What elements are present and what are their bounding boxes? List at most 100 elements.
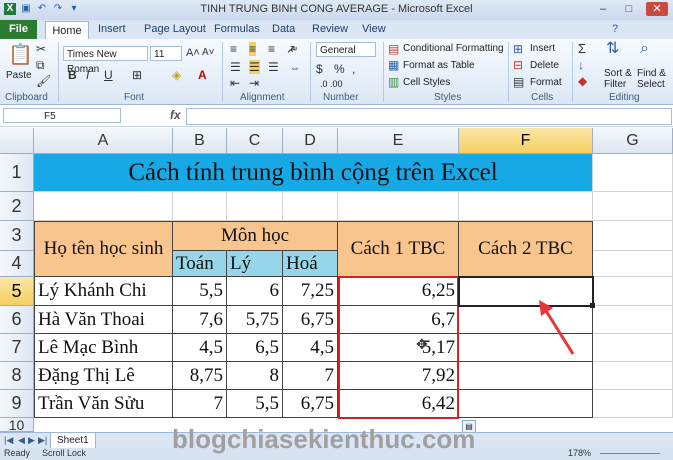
grow-font-icon[interactable]: A˄	[186, 46, 200, 60]
paste-icon[interactable]: 📋	[8, 44, 33, 66]
cell[interactable]	[593, 277, 673, 306]
tab-page-layout[interactable]: Page Layout	[144, 23, 206, 35]
sheet-tab-sheet1[interactable]: Sheet1	[50, 433, 96, 449]
comma-button[interactable]: ,	[352, 62, 355, 76]
score-ly[interactable]: 8	[227, 362, 283, 390]
tab-review[interactable]: Review	[312, 23, 348, 35]
column-header-d[interactable]: D	[283, 128, 338, 154]
student-name[interactable]: Hà Văn Thoai	[34, 306, 173, 334]
row-header-6[interactable]: 6	[0, 306, 34, 334]
tab-file[interactable]: File	[0, 20, 37, 39]
fill-icon[interactable]: ↓	[578, 58, 584, 72]
row-header-9[interactable]: 9	[0, 390, 34, 418]
header-tbc1[interactable]: Cách 1 TBC	[338, 221, 459, 277]
score-ly[interactable]: 6,5	[227, 334, 283, 362]
cell[interactable]	[338, 192, 459, 221]
header-student-name[interactable]: Họ tên học sinh	[34, 221, 173, 277]
cell[interactable]	[34, 192, 173, 221]
fill-handle[interactable]	[590, 303, 595, 308]
student-name[interactable]: Đặng Thị Lê	[34, 362, 173, 390]
find-select-button-line2[interactable]: Select	[637, 79, 665, 90]
row-header-5[interactable]: 5	[0, 277, 34, 306]
increase-indent-icon[interactable]: ⇥	[249, 76, 259, 90]
score-hoa[interactable]: 7	[283, 362, 338, 390]
tab-insert[interactable]: Insert	[98, 23, 126, 35]
cell-styles-icon[interactable]: ▥	[388, 75, 399, 89]
wrap-text-icon[interactable]: ↵	[290, 44, 298, 58]
align-left-icon[interactable]: ☰	[230, 60, 241, 74]
header-ly[interactable]: Lý	[227, 251, 283, 277]
header-hoa[interactable]: Hoá	[283, 251, 338, 277]
row-header-10[interactable]: 10	[0, 417, 34, 433]
cell-styles-button[interactable]: Cell Styles	[403, 77, 450, 88]
cell[interactable]	[227, 192, 283, 221]
delete-cells-button[interactable]: Delete	[530, 60, 559, 71]
borders-icon[interactable]: ⊞	[132, 68, 142, 82]
align-center-icon[interactable]: ☰	[249, 60, 260, 74]
tab-view[interactable]: View	[362, 23, 386, 35]
maximize-button[interactable]: □	[618, 2, 640, 16]
zoom-slider[interactable]	[600, 453, 660, 454]
tbc2-cell[interactable]	[459, 390, 593, 418]
copy-icon[interactable]: ⧉	[36, 58, 45, 72]
column-header-a[interactable]: A	[34, 128, 173, 154]
tbc1-value[interactable]: 7,92	[338, 362, 459, 390]
row-header-2[interactable]: 2	[0, 192, 34, 221]
score-toan[interactable]: 8,75	[173, 362, 227, 390]
percent-button[interactable]: %	[334, 62, 345, 76]
header-toan[interactable]: Toán	[173, 251, 227, 277]
select-all-corner[interactable]	[0, 128, 34, 154]
column-header-f[interactable]: F	[459, 128, 593, 154]
row-header-8[interactable]: 8	[0, 362, 34, 390]
help-icon[interactable]: ?	[612, 23, 618, 35]
format-cells-button[interactable]: Format	[530, 77, 562, 88]
sheet-nav-last-icon[interactable]: ▶|	[38, 435, 47, 446]
sort-filter-button-line2[interactable]: Filter	[604, 79, 626, 90]
score-toan[interactable]: 7	[173, 390, 227, 418]
cell[interactable]	[593, 154, 673, 192]
score-hoa[interactable]: 6,75	[283, 390, 338, 418]
student-name[interactable]: Trần Văn Sửu	[34, 390, 173, 418]
score-ly[interactable]: 5,75	[227, 306, 283, 334]
student-name[interactable]: Lê Mạc Bình	[34, 334, 173, 362]
find-select-icon[interactable]: ⌕	[640, 41, 649, 57]
italic-button[interactable]: I	[86, 68, 89, 82]
cell[interactable]	[283, 192, 338, 221]
formula-input[interactable]	[186, 108, 672, 125]
number-format-select[interactable]: General	[316, 42, 376, 57]
insert-function-icon[interactable]: fx	[170, 108, 181, 122]
row-header-7[interactable]: 7	[0, 334, 34, 362]
align-middle-icon[interactable]: ≡	[249, 42, 257, 56]
sheet-nav-next-icon[interactable]: ▶	[28, 435, 35, 446]
delete-cells-icon[interactable]: ⊟	[513, 58, 523, 72]
cell[interactable]	[593, 362, 673, 390]
fill-color-icon[interactable]: ◈	[172, 68, 181, 82]
score-ly[interactable]: 6	[227, 277, 283, 306]
cell[interactable]	[173, 192, 227, 221]
sheet-nav-first-icon[interactable]: |◀	[4, 435, 13, 446]
header-tbc2[interactable]: Cách 2 TBC	[459, 221, 593, 277]
paste-button[interactable]: Paste	[6, 70, 32, 81]
autosum-button[interactable]: Σ	[578, 42, 586, 56]
tbc2-cell[interactable]	[459, 362, 593, 390]
font-name-select[interactable]: Times New Roman	[63, 46, 148, 75]
score-ly[interactable]: 5,5	[227, 390, 283, 418]
font-color-icon[interactable]: A	[198, 68, 207, 82]
close-button[interactable]: ✕	[646, 2, 668, 16]
tbc1-value[interactable]: 5,17	[338, 334, 459, 362]
decimal-buttons[interactable]: .0 .00	[320, 79, 343, 89]
student-name[interactable]: Lý Khánh Chi	[34, 277, 173, 306]
zoom-level[interactable]: 178%	[568, 448, 591, 458]
format-cells-icon[interactable]: ▤	[513, 75, 524, 89]
clear-icon[interactable]: ◆	[578, 74, 587, 88]
minimize-button[interactable]: –	[592, 2, 614, 16]
column-header-e[interactable]: E	[338, 128, 459, 154]
shrink-font-icon[interactable]: A˅	[202, 46, 215, 60]
find-select-button[interactable]: Find &	[637, 68, 666, 79]
row-header-4[interactable]: 4	[0, 251, 34, 277]
column-header-c[interactable]: C	[227, 128, 283, 154]
score-toan[interactable]: 4,5	[173, 334, 227, 362]
cell[interactable]	[593, 306, 673, 334]
row-header-1[interactable]: 1	[0, 154, 34, 192]
column-header-b[interactable]: B	[173, 128, 227, 154]
